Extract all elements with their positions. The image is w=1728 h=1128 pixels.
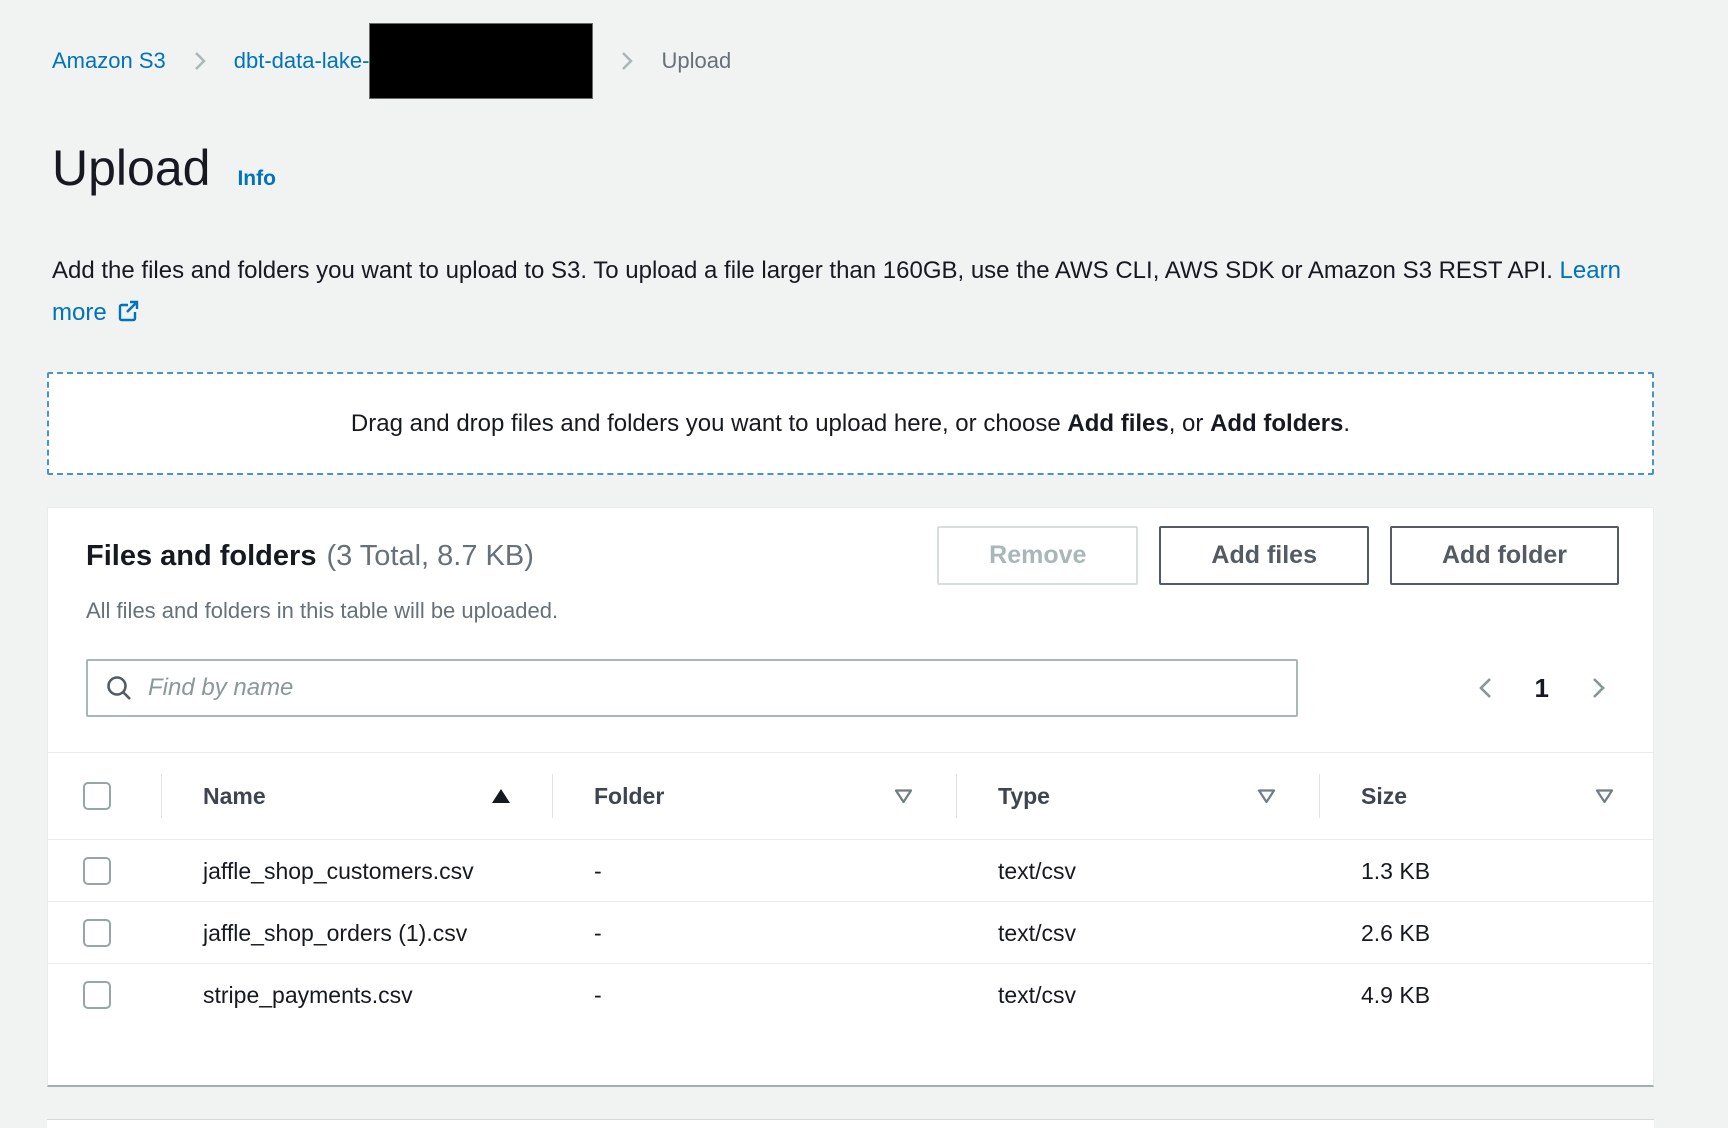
file-folder: - <box>552 976 956 1014</box>
panel-title: Files and folders (3 Total, 8.7 KB) <box>86 536 534 576</box>
file-name: jaffle_shop_customers.csv <box>203 858 474 884</box>
breadcrumb-amazon-s3[interactable]: Amazon S3 <box>52 48 166 74</box>
table-row: jaffle_shop_orders (1).csv - text/csv 2.… <box>48 902 1653 964</box>
column-header-size[interactable]: Size <box>1319 753 1654 839</box>
description-text: Add the files and folders you want to up… <box>52 257 1560 284</box>
redacted-bucket-name <box>369 23 593 99</box>
file-name: jaffle_shop_orders (1).csv <box>203 920 467 946</box>
previous-page-button[interactable] <box>1473 674 1499 702</box>
filter-icon[interactable] <box>1256 788 1277 805</box>
chevron-left-icon <box>1473 674 1499 702</box>
file-type: text/csv <box>956 852 1319 890</box>
table-row: stripe_payments.csv - text/csv 4.9 KB <box>48 964 1653 1026</box>
search-icon <box>104 673 134 703</box>
panel-actions: Remove Add files Add folder <box>937 526 1619 585</box>
file-type: text/csv <box>956 976 1319 1014</box>
column-header-type[interactable]: Type <box>956 753 1319 839</box>
file-folder: - <box>552 914 956 952</box>
panel-count-summary: (3 Total, 8.7 KB) <box>326 540 533 572</box>
select-all-checkbox[interactable] <box>83 782 111 810</box>
panel-title-text: Files and folders <box>86 540 316 572</box>
chevron-right-icon <box>619 47 635 75</box>
column-header-folder[interactable]: Folder <box>552 753 956 839</box>
page-title-text: Upload <box>52 140 210 196</box>
table-row: jaffle_shop_customers.csv - text/csv 1.3… <box>48 840 1653 902</box>
page-description: Add the files and folders you want to up… <box>52 250 1652 334</box>
remove-button[interactable]: Remove <box>937 526 1138 585</box>
files-table: Name Folder Type Size <box>48 752 1653 1026</box>
current-page[interactable]: 1 <box>1535 673 1549 704</box>
filter-icon[interactable] <box>893 788 914 805</box>
add-files-button[interactable]: Add files <box>1159 526 1369 585</box>
file-size: 2.6 KB <box>1319 914 1654 952</box>
chevron-right-icon <box>1585 674 1611 702</box>
dropzone-text: Drag and drop files and folders you want… <box>351 410 1350 438</box>
panel-subtitle: All files and folders in this table will… <box>86 596 1619 626</box>
search-input[interactable] <box>148 674 1280 702</box>
file-folder: - <box>552 852 956 890</box>
table-header-row: Name Folder Type Size <box>48 753 1653 840</box>
next-panel-edge <box>47 1119 1654 1128</box>
files-and-folders-panel: Files and folders (3 Total, 8.7 KB) Remov… <box>47 507 1654 1087</box>
file-size: 4.9 KB <box>1319 976 1654 1014</box>
pagination: 1 <box>1473 673 1619 704</box>
row-checkbox[interactable] <box>83 919 111 947</box>
bucket-name-prefix: dbt-data-lake- <box>234 48 370 74</box>
file-type: text/csv <box>956 914 1319 952</box>
file-size: 1.3 KB <box>1319 852 1654 890</box>
add-folder-button[interactable]: Add folder <box>1390 526 1619 585</box>
drag-drop-zone[interactable]: Drag and drop files and folders you want… <box>47 372 1654 475</box>
row-checkbox[interactable] <box>83 857 111 885</box>
row-checkbox[interactable] <box>83 981 111 1009</box>
breadcrumb-upload: Upload <box>661 48 731 74</box>
file-name: stripe_payments.csv <box>203 982 413 1008</box>
search-box[interactable] <box>86 659 1298 717</box>
column-header-name[interactable]: Name <box>161 753 552 839</box>
external-link-icon <box>115 298 141 324</box>
chevron-right-icon <box>192 47 208 75</box>
filter-icon[interactable] <box>1594 788 1615 805</box>
breadcrumb-bucket[interactable]: dbt-data-lake- <box>234 23 594 99</box>
sort-ascending-icon[interactable] <box>492 789 510 803</box>
breadcrumb: Amazon S3 dbt-data-lake- Upload <box>52 23 731 99</box>
next-page-button[interactable] <box>1585 674 1611 702</box>
info-link[interactable]: Info <box>237 167 275 190</box>
page-title: Upload Info <box>52 138 276 209</box>
